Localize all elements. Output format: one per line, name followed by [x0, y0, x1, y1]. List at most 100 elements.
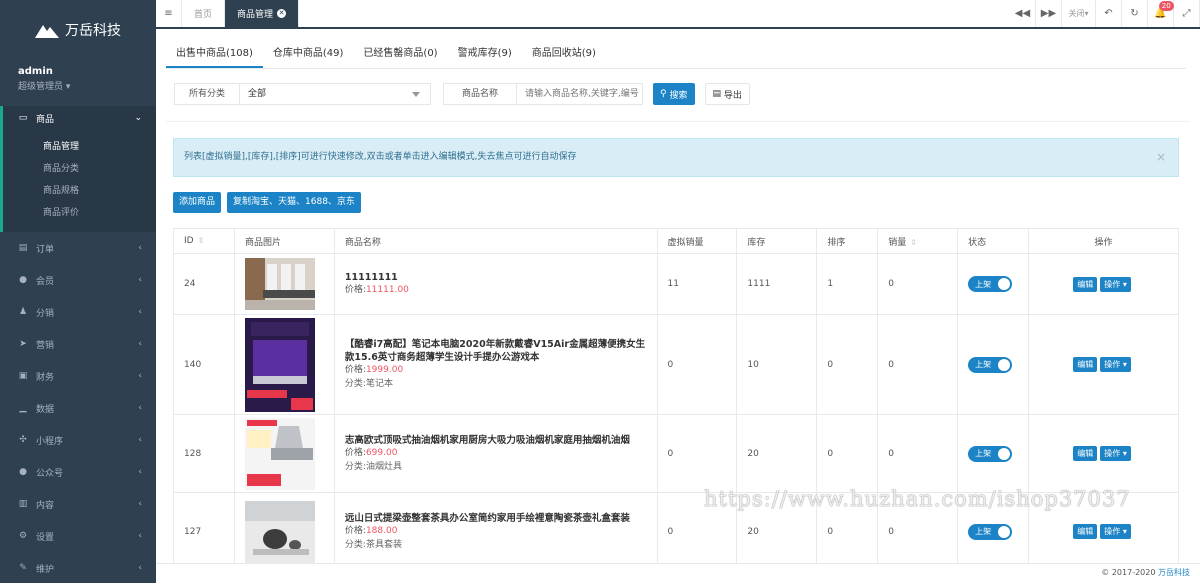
tab-label: 商品管理: [237, 10, 274, 20]
sidebar-item-finance[interactable]: ▣ 财务 ‹: [0, 360, 156, 392]
sidebar-item-marketing[interactable]: ➤ 营销 ‹: [0, 328, 156, 360]
sidebar-item-distribution[interactable]: ♟ 分销 ‹: [0, 296, 156, 328]
sidebar-sub-goods-spec[interactable]: 商品规格: [3, 180, 156, 202]
sidebar-item-label: 分销: [36, 308, 55, 319]
status-toggle[interactable]: 上架: [968, 356, 1013, 373]
notification-button[interactable]: 🔔 20: [1148, 0, 1174, 27]
back-button[interactable]: ↶: [1096, 0, 1122, 27]
sidebar-item-label: 维护: [36, 564, 55, 575]
cell-stock[interactable]: 10: [736, 314, 818, 415]
category-select[interactable]: 全部: [240, 83, 432, 105]
sidebar-item-wechat[interactable]: ● 公众号 ‹: [0, 456, 156, 488]
category-value: 全部: [248, 89, 267, 99]
cell-actions: 编辑 操作 ▾: [1028, 414, 1179, 493]
cell-id: 24: [173, 253, 235, 315]
product-thumbnail[interactable]: [244, 258, 315, 310]
close-tabs-dropdown[interactable]: 关闭 ▾: [1062, 0, 1096, 27]
tab-goods-manage[interactable]: 商品管理 ✕: [225, 0, 300, 27]
table-row: 140 【酷睿i7高配】笔记本电脑2020年新款戴睿V15Air金属超薄便携女生…: [173, 314, 1179, 415]
tab-on-sale[interactable]: 出售中商品(108): [166, 42, 263, 68]
alert-close-icon[interactable]: ×: [1156, 139, 1166, 176]
col-sales[interactable]: 销量 ⇳: [877, 228, 959, 254]
status-toggle[interactable]: 上架: [968, 523, 1013, 540]
sidebar-item-order[interactable]: ▤ 订单 ‹: [0, 232, 156, 264]
tab-low-stock[interactable]: 警戒库存(9): [448, 42, 522, 68]
fullscreen-button[interactable]: ⤢: [1174, 0, 1200, 27]
sidebar-sub-goods-manage[interactable]: 商品管理: [3, 136, 156, 158]
operation-dropdown[interactable]: 操作 ▾: [1100, 276, 1131, 292]
refresh-button[interactable]: ↻: [1122, 0, 1148, 27]
operation-dropdown[interactable]: 操作 ▾: [1100, 357, 1131, 372]
edit-button[interactable]: 编辑: [1073, 446, 1098, 461]
user-name: admin: [18, 66, 53, 77]
cell-stock[interactable]: 20: [736, 414, 818, 493]
cell-virtual-sales[interactable]: 0: [656, 414, 738, 493]
backward-icon: ◀◀: [1014, 8, 1031, 19]
sidebar-item-member[interactable]: ● 会员 ‹: [0, 264, 156, 296]
tab-home[interactable]: 首页: [182, 0, 226, 27]
scroll-right-button[interactable]: ▶▶: [1036, 0, 1062, 27]
cell-status: 上架: [957, 314, 1030, 415]
sidebar-item-goods[interactable]: ▭ 商品 ⌄: [0, 106, 156, 130]
tab-in-warehouse[interactable]: 仓库中商品(49): [263, 42, 354, 68]
sidebar-item-maintain[interactable]: ✎ 维护 ‹: [0, 552, 156, 584]
product-thumbnail[interactable]: [244, 500, 315, 563]
hamburger-icon: ≡: [164, 8, 173, 19]
sidebar-sub-goods-category[interactable]: 商品分类: [3, 158, 156, 180]
user-role-dropdown[interactable]: 超级管理员 ▾: [18, 79, 138, 92]
cell-virtual-sales[interactable]: 0: [656, 314, 738, 415]
sidebar-sub-goods-review[interactable]: 商品评价: [3, 202, 156, 224]
cell-stock[interactable]: 1111: [736, 253, 818, 315]
product-name[interactable]: 志高欧式顶吸式抽油烟机家用厨房大吸力吸油烟机家庭用抽烟机油烟: [345, 434, 657, 447]
close-tab-icon[interactable]: ✕: [277, 9, 287, 18]
product-thumbnail[interactable]: [244, 317, 315, 412]
copy-goods-button[interactable]: 复制淘宝、天猫、1688、京东: [227, 192, 361, 213]
menu-toggle-button[interactable]: ≡: [156, 0, 182, 27]
goods-name-input[interactable]: [517, 83, 644, 105]
edit-button[interactable]: 编辑: [1073, 524, 1098, 539]
category-label: 所有分类: [174, 83, 241, 105]
col-id[interactable]: ID ⇳: [173, 228, 235, 254]
edit-button[interactable]: 编辑: [1073, 357, 1098, 372]
footer: © 2017-2020 万岳科技: [156, 563, 1200, 583]
cell-virtual-sales[interactable]: 11: [656, 253, 738, 315]
col-sort: 排序: [816, 228, 879, 254]
chevron-left-icon: ‹: [138, 467, 142, 477]
miniapp-icon: ✣: [19, 435, 27, 445]
operation-dropdown[interactable]: 操作 ▾: [1100, 524, 1131, 539]
cell-sales: 0: [877, 314, 959, 415]
tab-sold-out[interactable]: 已经售罄商品(0): [353, 42, 447, 68]
sidebar-item-label: 设置: [36, 532, 55, 543]
status-toggle[interactable]: 上架: [968, 276, 1013, 292]
sidebar-item-settings[interactable]: ⚙ 设置 ‹: [0, 520, 156, 552]
product-name[interactable]: 远山日式提梁壶整套茶具办公室简约家用手绘裡意陶瓷茶壶礼盒套装: [345, 512, 657, 525]
table-row: 24 11111111 价格:11111.00 11 1111 1 0 上架 编…: [173, 253, 1179, 315]
tab-recycle-bin[interactable]: 商品回收站(9): [522, 42, 606, 68]
cell-sort[interactable]: 0: [816, 314, 879, 415]
edit-button[interactable]: 编辑: [1073, 276, 1098, 292]
chevron-left-icon: ‹: [138, 307, 142, 317]
chart-icon: ▁: [19, 403, 27, 413]
scroll-left-button[interactable]: ◀◀: [1010, 0, 1036, 27]
product-name[interactable]: 11111111: [345, 271, 657, 284]
cell-sort[interactable]: 0: [816, 414, 879, 493]
sidebar-item-label: 订单: [36, 244, 55, 255]
status-toggle[interactable]: 上架: [968, 445, 1013, 462]
footer-brand-link[interactable]: 万岳科技: [1158, 568, 1190, 577]
search-button[interactable]: ⚲ 搜索: [653, 83, 695, 105]
product-thumbnail[interactable]: [244, 417, 315, 490]
sidebar-item-data[interactable]: ▁ 数据 ‹: [0, 392, 156, 424]
table-header-row: ID ⇳ 商品图片 商品名称 虚拟销量 库存 排序 销量 ⇳ 状态 操作: [173, 228, 1179, 254]
sidebar-item-miniapp[interactable]: ✣ 小程序 ‹: [0, 424, 156, 456]
brand-logo[interactable]: 万岳科技: [0, 0, 156, 60]
sidebar-item-content[interactable]: ▥ 内容 ‹: [0, 488, 156, 520]
product-price: 价格:1999.00: [344, 365, 404, 375]
add-goods-button[interactable]: 添加商品: [173, 192, 222, 213]
export-button[interactable]: ▤ 导出: [704, 83, 750, 105]
content-icon: ▥: [18, 499, 28, 509]
product-name[interactable]: 【酷睿i7高配】笔记本电脑2020年新款戴睿V15Air金属超薄便携女生款15.…: [345, 338, 657, 364]
col-stock: 库存: [736, 228, 818, 254]
topbar: ≡ 首页 商品管理 ✕ ◀◀ ▶▶ 关闭 ▾ ↶ ↻ 🔔 20 ⤢: [156, 0, 1200, 29]
operation-dropdown[interactable]: 操作 ▾: [1100, 446, 1131, 461]
cell-sort[interactable]: 1: [816, 253, 879, 315]
